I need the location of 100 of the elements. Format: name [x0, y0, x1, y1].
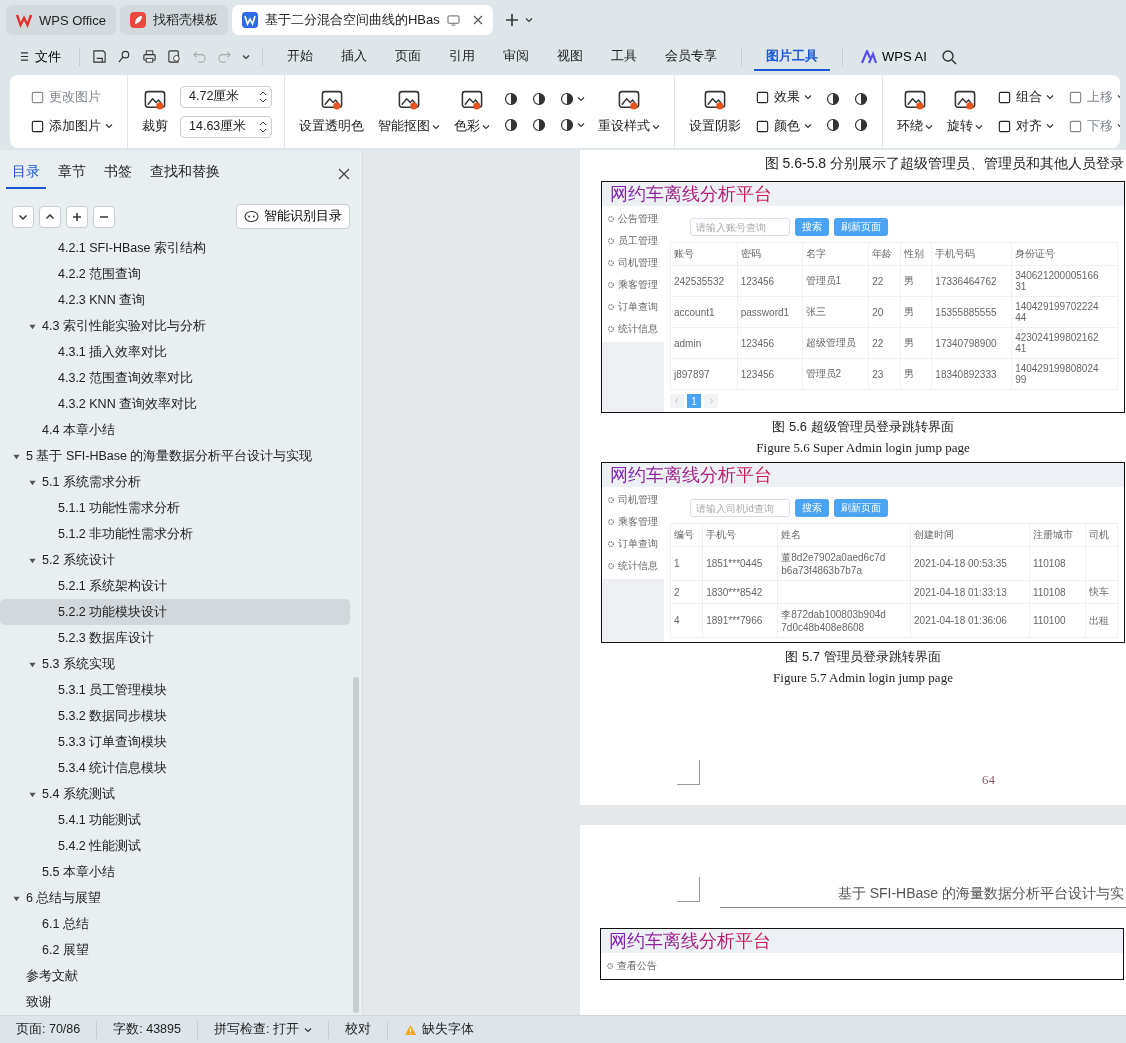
app-menu-item[interactable]: 订单查询	[602, 533, 664, 555]
menu-tab[interactable]: 插入	[329, 42, 379, 71]
print-icon[interactable]	[142, 49, 157, 64]
ribbon-button[interactable]: 设置阴影	[687, 84, 743, 139]
table-cell: 23	[868, 358, 901, 390]
ribbon-button[interactable]: 智能抠图	[376, 84, 442, 139]
search-field[interactable]: 请输入司机id查询	[690, 499, 790, 517]
toc-item[interactable]: 6 总结与展望	[0, 885, 350, 911]
toc-item[interactable]: 5.2.1 系统架构设计	[0, 573, 350, 599]
toc-item[interactable]: 5.3.2 数据同步模块	[0, 703, 350, 729]
toc-item[interactable]: 5.3.3 订单查询模块	[0, 729, 350, 755]
panel-tab[interactable]: 书签	[98, 159, 138, 189]
app-menu-item[interactable]: 统计信息	[602, 555, 664, 577]
ribbon-button[interactable]: 颜色	[753, 115, 814, 137]
square-icon	[997, 89, 1012, 105]
toc-item[interactable]: 5.2.3 数据库设计	[0, 625, 350, 651]
toc-item[interactable]: 5.1.2 非功能性需求分析	[0, 521, 350, 547]
toc-item[interactable]: 5.3.4 统计信息模块	[0, 755, 350, 781]
add-button[interactable]	[66, 205, 88, 228]
toc-item[interactable]: 4.3.1 插入效率对比	[0, 339, 350, 365]
table-cell: 110100	[1029, 603, 1086, 638]
toc-item[interactable]: 5.4.2 性能测试	[0, 833, 350, 859]
app-menu-item[interactable]: 查看公告	[601, 955, 663, 978]
menu-tab[interactable]: 工具	[599, 42, 649, 71]
toc-item[interactable]: 4.3.2 范围查询效率对比	[0, 365, 350, 391]
size-field[interactable]: 14.63厘米	[180, 115, 272, 138]
app-menu-item[interactable]: 公告管理	[602, 208, 664, 230]
toc-item[interactable]: 5.1.1 功能性需求分析	[0, 495, 350, 521]
table-cell: 123456	[737, 358, 802, 390]
ribbon-button[interactable]: 设置透明色	[297, 84, 366, 139]
ribbon-button[interactable]: 组合	[995, 86, 1056, 108]
menu-tab[interactable]: 开始	[275, 42, 325, 71]
figure-caption: Figure 5.6 Super Admin login jump page	[756, 440, 970, 456]
column-header: 名字	[802, 242, 869, 266]
document-tab[interactable]: 基于二分混合空间曲线的HBas	[231, 5, 493, 35]
plus-icon[interactable]	[504, 13, 519, 27]
collapse-button[interactable]	[12, 205, 34, 228]
scrollbar[interactable]	[353, 677, 359, 1013]
smart-toc-button[interactable]: 智能识别目录	[236, 204, 350, 229]
app-menu-item[interactable]: 订单查询	[602, 296, 664, 318]
document-tab[interactable]: WPS Office	[6, 5, 116, 35]
menu-tab[interactable]: 会员专享	[653, 42, 729, 71]
menu-tab[interactable]: 页面	[383, 42, 433, 71]
ribbon-button[interactable]: 添加图片	[28, 115, 115, 137]
ai-button[interactable]: WPS AI	[855, 45, 933, 68]
app-title: 网约车离线分析平台	[610, 463, 772, 487]
toc-item[interactable]: 5.4 系统测试	[0, 781, 350, 807]
ribbon-button[interactable]: 裁剪	[140, 84, 170, 139]
close-icon[interactable]	[472, 15, 483, 25]
app-menu-item[interactable]: 司机管理	[602, 252, 664, 274]
panel-tab[interactable]: 目录	[6, 159, 46, 189]
app-menu-item[interactable]: 司机管理	[602, 489, 664, 511]
toc-item[interactable]: 4.4 本章小结	[0, 417, 350, 443]
app-menu-item[interactable]: 统计信息	[602, 318, 664, 340]
toc-item[interactable]: 参考文献	[0, 963, 350, 989]
close-icon[interactable]	[338, 168, 350, 180]
toc-item[interactable]: 5.3.1 员工管理模块	[0, 677, 350, 703]
save-icon[interactable]	[92, 49, 107, 64]
toc-item[interactable]: 6.1 总结	[0, 911, 350, 937]
missing-fonts-button[interactable]: 缺失字体	[395, 1021, 482, 1038]
remove-button[interactable]	[93, 205, 115, 228]
document-tab[interactable]: 找稻壳模板	[119, 5, 228, 35]
ribbon-button[interactable]: 效果	[753, 86, 814, 108]
toc-item[interactable]: 5 基于 SFI-HBase 的海量数据分析平台设计与实现	[0, 443, 350, 469]
ribbon-button[interactable]: 环绕	[895, 84, 935, 139]
toc-item[interactable]: 4.2.2 范围查询	[0, 261, 350, 287]
menu-tab[interactable]: 视图	[545, 42, 595, 71]
menu-tab[interactable]: 审阅	[491, 42, 541, 71]
ribbon-button[interactable]: 旋转	[945, 84, 985, 139]
search-field[interactable]: 请输入账号查询	[690, 218, 790, 236]
ribbon-button[interactable]: 对齐	[995, 115, 1056, 137]
app-menu-item[interactable]: 员工管理	[602, 230, 664, 252]
toc-item[interactable]: 5.2.2 功能模块设计	[0, 599, 350, 625]
proofread-button[interactable]: 校对	[336, 1021, 379, 1038]
search-icon[interactable]	[940, 48, 957, 65]
spell-check-button[interactable]: 拼写检查: 打开	[205, 1021, 320, 1038]
toc-item[interactable]: 4.2.1 SFI-HBase 索引结构	[0, 235, 350, 261]
pin-icon[interactable]	[117, 49, 132, 64]
toc-item[interactable]: 5.1 系统需求分析	[0, 469, 350, 495]
toc-item[interactable]: 5.4.1 功能测试	[0, 807, 350, 833]
ribbon-button[interactable]: 重设样式	[596, 84, 662, 139]
toc-item[interactable]: 6.2 展望	[0, 937, 350, 963]
menu-tab[interactable]: 引用	[437, 42, 487, 71]
toc-item[interactable]: 5.2 系统设计	[0, 547, 350, 573]
size-field[interactable]: 4.72厘米	[180, 85, 272, 108]
app-menu-item[interactable]: 乘客管理	[602, 274, 664, 296]
expand-button[interactable]	[39, 205, 61, 228]
panel-tab[interactable]: 章节	[52, 159, 92, 189]
toc-item[interactable]: 5.3 系统实现	[0, 651, 350, 677]
menu-tab[interactable]: 图片工具	[754, 42, 830, 71]
toc-item[interactable]: 5.5 本章小结	[0, 859, 350, 885]
toc-item[interactable]: 致谢	[0, 989, 350, 1015]
toc-item[interactable]: 4.2.3 KNN 查询	[0, 287, 350, 313]
app-menu-item[interactable]: 乘客管理	[602, 511, 664, 533]
panel-tab[interactable]: 查找和替换	[144, 159, 226, 189]
preview-icon[interactable]	[167, 49, 182, 64]
file-menu[interactable]: 文件	[14, 43, 67, 70]
toc-item[interactable]: 4.3.2 KNN 查询效率对比	[0, 391, 350, 417]
toc-item[interactable]: 4.3 索引性能实验对比与分析	[0, 313, 350, 339]
ribbon-button[interactable]: 色彩	[452, 84, 492, 139]
